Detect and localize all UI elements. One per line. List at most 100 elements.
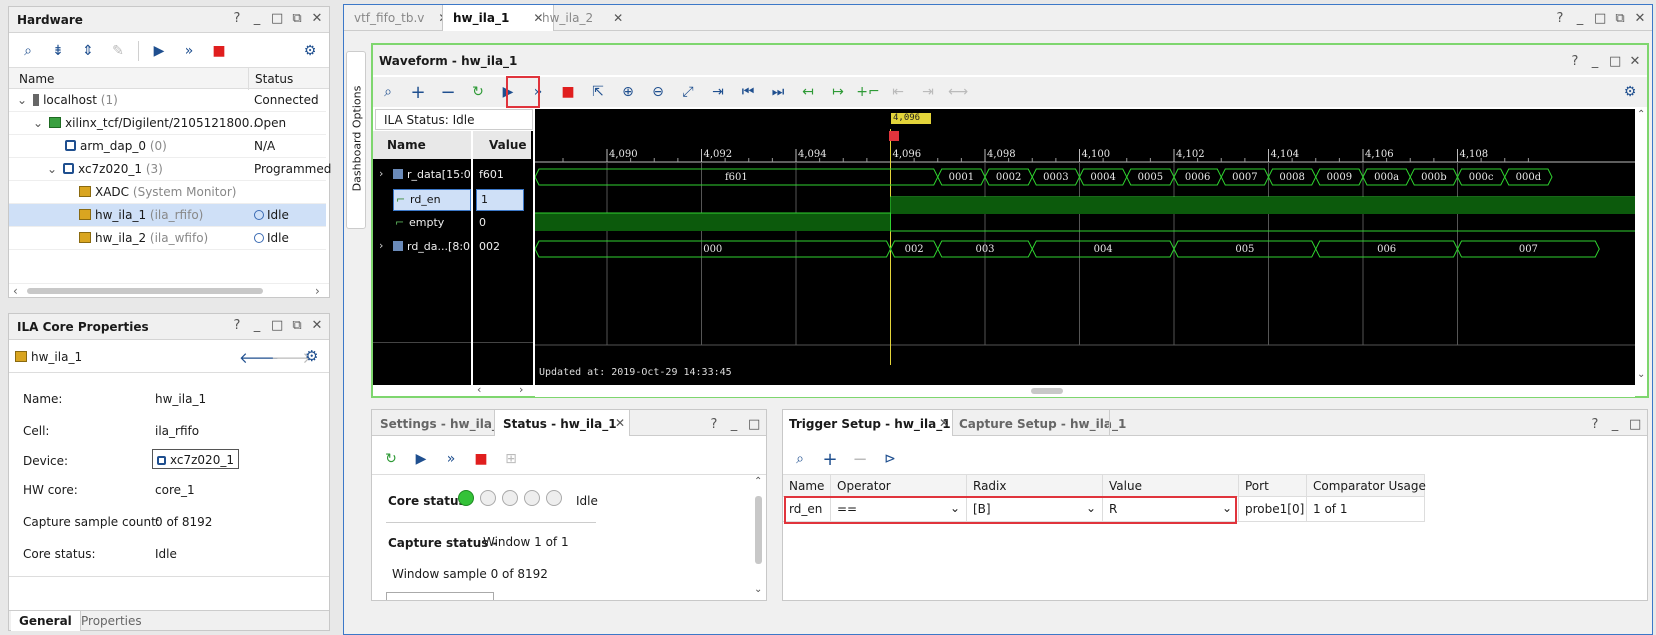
tab-general[interactable]: General bbox=[11, 611, 81, 631]
close-icon[interactable]: ✕ bbox=[1629, 54, 1641, 69]
auto-retrigger-icon[interactable]: ↻ bbox=[465, 80, 491, 104]
go-to-cursor-icon[interactable]: ⇥ bbox=[705, 80, 731, 104]
run-trigger-icon[interactable]: ▶ bbox=[146, 39, 172, 63]
tree-row-hw-ila-2[interactable]: hw_ila_2 (ila_wfifo) Idle bbox=[9, 227, 326, 250]
tree-row-target[interactable]: ⌄ xilinx_tcf/Digilent/2105121800... Open bbox=[9, 112, 326, 135]
chevron-down-icon[interactable]: ⌄ bbox=[33, 116, 43, 130]
previous-marker-icon[interactable]: ⇤ bbox=[885, 80, 911, 104]
float-icon[interactable]: ⧉ bbox=[291, 11, 303, 26]
run-trigger-icon[interactable]: ▶ bbox=[408, 447, 434, 471]
help-icon[interactable]: ? bbox=[231, 318, 243, 333]
zoom-in-icon[interactable]: ⊕ bbox=[615, 80, 641, 104]
help-icon[interactable]: ? bbox=[708, 417, 720, 432]
minimize-icon[interactable]: _ bbox=[1609, 417, 1621, 432]
chevron-right-icon[interactable]: › bbox=[379, 167, 383, 180]
help-icon[interactable]: ? bbox=[1589, 417, 1601, 432]
status-vscroll[interactable]: ⌃ ⌄ bbox=[752, 474, 766, 600]
signal-row-empty[interactable]: ⌐ empty bbox=[393, 213, 471, 235]
help-icon[interactable]: ? bbox=[231, 11, 243, 26]
chevron-down-icon[interactable]: ⌄ bbox=[17, 93, 27, 107]
search-icon[interactable]: ⌕ bbox=[375, 80, 401, 104]
search-icon[interactable]: ⌕ bbox=[15, 39, 41, 63]
vertical-scrollbar[interactable]: ⌃ ⌄ bbox=[1635, 109, 1647, 385]
tab-trigger-setup[interactable]: Trigger Setup - hw_ila_1 ✕ bbox=[783, 410, 953, 436]
device-link[interactable]: xc7z020_1 bbox=[152, 449, 239, 469]
go-to-start-icon[interactable]: ⏮ bbox=[735, 80, 761, 104]
close-icon[interactable]: ✕ bbox=[615, 416, 625, 430]
close-icon[interactable]: ✕ bbox=[311, 11, 323, 26]
expand-all-icon[interactable]: ⇕ bbox=[75, 39, 101, 63]
close-icon[interactable]: ✕ bbox=[939, 416, 949, 430]
minimize-icon[interactable]: _ bbox=[1574, 11, 1586, 26]
search-icon[interactable]: ⌕ bbox=[787, 447, 813, 471]
signal-row-rd-data[interactable]: › rd_da...[8:0] bbox=[373, 237, 471, 259]
run-immediate-icon[interactable]: » bbox=[176, 39, 202, 63]
zoom-out-icon[interactable]: ⊖ bbox=[645, 80, 671, 104]
tree-row-hw-ila-1[interactable]: hw_ila_1 (ila_rfifo) Idle bbox=[9, 204, 326, 227]
add-icon[interactable]: + bbox=[817, 447, 843, 471]
next-marker-icon[interactable]: ⇥ bbox=[915, 80, 941, 104]
remove-icon[interactable]: − bbox=[435, 80, 461, 104]
tab-properties[interactable]: Properties bbox=[81, 614, 142, 628]
previous-transition-icon[interactable]: ↤ bbox=[795, 80, 821, 104]
gear-icon[interactable]: ⚙ bbox=[1617, 80, 1643, 104]
stop-trigger-icon[interactable]: ■ bbox=[468, 447, 494, 471]
tree-row-localhost[interactable]: ⌄ localhost (1) Connected bbox=[9, 89, 326, 112]
zoom-fit-icon[interactable]: ⤢ bbox=[675, 80, 701, 104]
maximize-icon[interactable]: □ bbox=[1594, 11, 1606, 26]
swap-cursors-icon[interactable]: ⟷ bbox=[945, 80, 971, 104]
next-transition-icon[interactable]: ↦ bbox=[825, 80, 851, 104]
horizontal-scrollbar[interactable]: ‹ › bbox=[9, 283, 329, 298]
tab-status[interactable]: Status - hw_ila_1 ✕ bbox=[494, 410, 630, 436]
bus-icon bbox=[393, 169, 403, 179]
gear-icon[interactable]: ⚙ bbox=[305, 347, 318, 365]
go-to-end-icon[interactable]: ⏭ bbox=[765, 80, 791, 104]
maximize-icon[interactable]: □ bbox=[271, 11, 283, 26]
minimize-icon[interactable]: _ bbox=[728, 417, 740, 432]
tab-capture-setup[interactable]: Capture Setup - hw_ila_1 bbox=[959, 417, 1126, 431]
maximize-icon[interactable]: □ bbox=[748, 417, 760, 432]
ila-icon bbox=[79, 232, 91, 243]
tree-row-device[interactable]: ⌄ xc7z020_1 (3) Programmed bbox=[9, 158, 331, 181]
add-icon[interactable]: + bbox=[405, 80, 431, 104]
stop-trigger-icon[interactable]: ■ bbox=[555, 80, 581, 104]
chevron-down-icon[interactable]: ⌄ bbox=[47, 162, 57, 176]
run-immediate-icon[interactable]: » bbox=[438, 447, 464, 471]
waveform-hscroll[interactable] bbox=[535, 385, 1635, 397]
maximize-icon[interactable]: □ bbox=[1629, 417, 1641, 432]
add-marker-icon[interactable]: +⌐ bbox=[855, 80, 881, 104]
help-icon[interactable]: ? bbox=[1554, 11, 1566, 26]
chevron-right-icon[interactable]: › bbox=[379, 239, 383, 252]
namecol-scroll[interactable]: ‹ › bbox=[473, 383, 533, 397]
close-icon[interactable]: ✕ bbox=[613, 11, 623, 25]
float-icon[interactable]: ⧉ bbox=[1614, 11, 1626, 26]
layout-icon[interactable]: ⊞ bbox=[498, 447, 524, 471]
tree-row-arm-dap[interactable]: arm_dap_0 (0) N/A bbox=[9, 135, 326, 158]
collapse-all-icon[interactable]: ⇟ bbox=[45, 39, 71, 63]
tree-row-xadc[interactable]: XADC (System Monitor) bbox=[9, 181, 326, 204]
export-icon[interactable]: ⇱ bbox=[585, 80, 611, 104]
signal-row-r-data[interactable]: › r_data[15:0] bbox=[373, 165, 471, 187]
r-data-segment-label: 0002 bbox=[996, 172, 1021, 183]
maximize-icon[interactable]: □ bbox=[1609, 54, 1621, 69]
stop-trigger-icon[interactable]: ■ bbox=[206, 39, 232, 63]
waveform-canvas[interactable]: 4,090 4,092 4,094 4,096 4,098 4,100 4,102 4,104… bbox=[535, 109, 1635, 385]
remove-icon[interactable]: − bbox=[847, 447, 873, 471]
float-icon[interactable]: ⧉ bbox=[291, 318, 303, 333]
gear-icon[interactable]: ⚙ bbox=[297, 39, 323, 63]
close-icon[interactable]: ✕ bbox=[311, 318, 323, 333]
dashboard-options-tab[interactable]: Dashboard Options bbox=[346, 51, 366, 229]
maximize-icon[interactable]: □ bbox=[271, 318, 283, 333]
signal-row-rd-en[interactable]: ⌐ rd_en bbox=[393, 189, 471, 211]
help-icon[interactable]: ? bbox=[1569, 54, 1581, 69]
tab-hw-ila-2[interactable]: hw_ila_2 ✕ bbox=[532, 5, 633, 31]
minimize-icon[interactable]: _ bbox=[251, 11, 263, 26]
minimize-icon[interactable]: _ bbox=[1589, 54, 1601, 69]
minimize-icon[interactable]: _ bbox=[251, 318, 263, 333]
close-icon[interactable]: ✕ bbox=[1634, 11, 1646, 26]
gate-icon[interactable]: ⊳ bbox=[877, 447, 903, 471]
auto-retrigger-icon[interactable]: ↻ bbox=[378, 447, 404, 471]
tick-label: 4,104 bbox=[1271, 149, 1300, 160]
tab-settings[interactable]: Settings - hw_ila_1 bbox=[380, 417, 506, 431]
disconnect-icon[interactable]: ✎ bbox=[105, 39, 131, 63]
